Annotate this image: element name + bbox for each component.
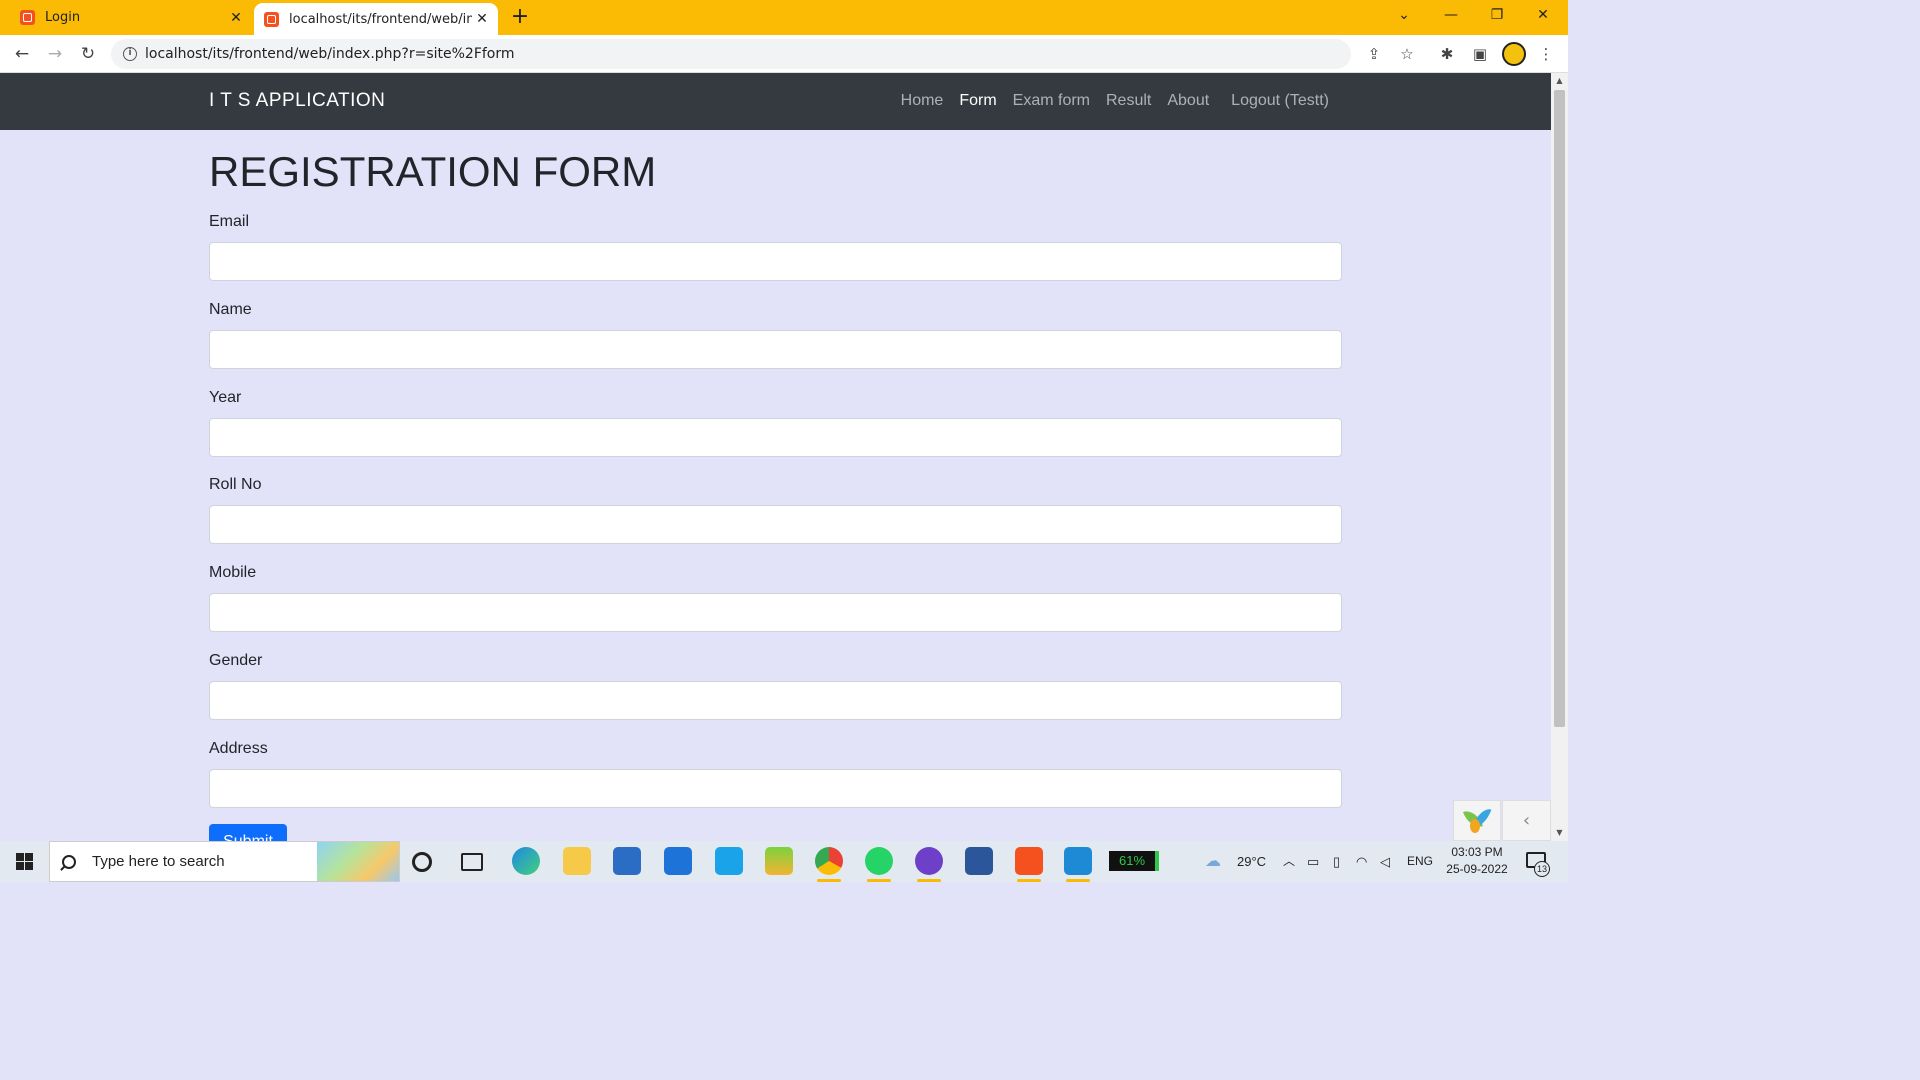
close-tab-icon[interactable]: ✕ xyxy=(226,10,246,26)
menu-kebab-icon[interactable]: ⋮ xyxy=(1536,44,1556,64)
yii-leaf-orange xyxy=(1470,819,1480,833)
microsoft-store-icon[interactable] xyxy=(613,847,641,875)
language-indicator[interactable]: ENG xyxy=(1407,841,1433,882)
tab-form[interactable]: localhost/its/frontend/web/index.php?r=s… xyxy=(254,3,498,35)
word-icon[interactable] xyxy=(965,847,993,875)
page-scrollbar[interactable]: ▲ ▼ xyxy=(1551,73,1568,841)
gender-label: Gender xyxy=(209,652,263,669)
nav-link-result[interactable]: Result xyxy=(1106,92,1151,110)
search-placeholder: Type here to search xyxy=(92,853,225,870)
name-label: Name xyxy=(209,301,252,318)
search-icon xyxy=(62,854,76,869)
scroll-down-arrow-icon[interactable]: ▼ xyxy=(1551,825,1568,841)
debug-toolbar-toggle[interactable]: ‹ xyxy=(1502,800,1551,841)
windows-taskbar: Type here to search 61% ☁ 29°C ︿ ▭ ▯ ◠ ◁… xyxy=(0,841,1568,882)
nav-link-logout[interactable]: Logout (Testt) xyxy=(1231,92,1329,110)
extensions-puzzle-icon[interactable]: ✱ xyxy=(1437,44,1457,64)
bluestacks-icon[interactable] xyxy=(765,847,793,875)
forward-button[interactable]: → xyxy=(43,42,67,66)
site-info-icon[interactable]: i xyxy=(123,47,137,61)
file-explorer-icon[interactable] xyxy=(563,847,591,875)
tab-search-chevron-icon[interactable]: ⌄ xyxy=(1381,0,1427,32)
reload-button[interactable]: ↻ xyxy=(76,42,100,66)
nav-link-exam-form[interactable]: Exam form xyxy=(1013,92,1090,110)
new-tab-button[interactable]: + xyxy=(508,6,532,30)
share-icon[interactable]: ⇪ xyxy=(1364,44,1384,64)
scroll-thumb[interactable] xyxy=(1554,90,1565,727)
close-tab-icon[interactable]: ✕ xyxy=(472,11,492,27)
tab-login[interactable]: Login ✕ xyxy=(10,0,252,35)
browser-tabstrip: Login ✕ localhost/its/frontend/web/index… xyxy=(0,0,1568,35)
back-button[interactable]: ← xyxy=(10,42,34,66)
bookmark-star-icon[interactable]: ☆ xyxy=(1397,44,1417,64)
mobile-label: Mobile xyxy=(209,564,257,581)
gender-field[interactable] xyxy=(209,681,1342,720)
restore-button[interactable]: ❐ xyxy=(1474,0,1520,32)
chrome-icon[interactable] xyxy=(815,847,843,882)
taskbar-search-input[interactable]: Type here to search xyxy=(49,841,400,882)
notification-count-badge: 13 xyxy=(1534,861,1550,877)
submit-button[interactable]: Submit xyxy=(209,824,287,841)
yii-debug-logo-icon[interactable] xyxy=(1453,800,1501,841)
page-viewport: I T S APPLICATION Home Form Exam form Re… xyxy=(0,73,1551,841)
vscode-icon[interactable] xyxy=(1064,847,1092,882)
browser-toolbar: ← → ↻ i localhost/its/frontend/web/index… xyxy=(0,35,1568,73)
nav-links: Home Form Exam form Result About Logout … xyxy=(901,92,1329,110)
profile-avatar[interactable] xyxy=(1502,42,1526,66)
xampp-favicon-icon xyxy=(20,10,35,25)
url-text: localhost/its/frontend/web/index.php?r=s… xyxy=(145,46,515,62)
brand-logo[interactable]: I T S APPLICATION xyxy=(209,90,385,112)
xampp-favicon-icon xyxy=(264,11,279,27)
year-field[interactable] xyxy=(209,418,1342,457)
clock-date: 25-09-2022 xyxy=(1446,862,1508,876)
search-highlight-art xyxy=(317,842,399,881)
nav-link-about[interactable]: About xyxy=(1167,92,1209,110)
mobile-field[interactable] xyxy=(209,593,1342,632)
github-desktop-icon[interactable] xyxy=(915,847,943,882)
weather-temperature[interactable]: 29°C xyxy=(1237,841,1266,882)
roll-no-field[interactable] xyxy=(209,505,1342,544)
name-field[interactable] xyxy=(209,330,1342,369)
site-navbar: I T S APPLICATION Home Form Exam form Re… xyxy=(0,73,1551,130)
battery-meter-widget[interactable]: 61% xyxy=(1109,851,1159,871)
tab-title: Login xyxy=(45,10,81,25)
address-bar[interactable]: i localhost/its/frontend/web/index.php?r… xyxy=(111,39,1351,69)
battery-icon[interactable]: ▭ xyxy=(1307,841,1319,882)
mail-icon[interactable] xyxy=(664,847,692,875)
whatsapp-icon[interactable] xyxy=(865,847,893,882)
side-panel-icon[interactable]: ▣ xyxy=(1470,44,1490,64)
address-label: Address xyxy=(209,740,268,757)
scroll-up-arrow-icon[interactable]: ▲ xyxy=(1551,73,1568,89)
tab-title: localhost/its/frontend/web/index.php?r=s… xyxy=(289,11,472,27)
taskbar-clock[interactable]: 03:03 PM 25-09-2022 xyxy=(1442,844,1512,878)
volume-icon[interactable]: ◁ xyxy=(1380,841,1390,882)
weather-cloud-icon[interactable]: ☁ xyxy=(1205,841,1229,882)
year-label: Year xyxy=(209,389,242,406)
show-hidden-icons-chevron-icon[interactable]: ︿ xyxy=(1283,841,1295,882)
device-icon[interactable]: ▯ xyxy=(1333,841,1340,882)
l-app-icon[interactable] xyxy=(715,847,743,875)
roll-no-label: Roll No xyxy=(209,476,262,493)
cortana-icon[interactable] xyxy=(412,852,432,872)
minimize-button[interactable]: — xyxy=(1428,0,1474,32)
wifi-icon[interactable]: ◠ xyxy=(1356,841,1367,882)
xampp-icon[interactable] xyxy=(1015,847,1043,882)
task-view-icon[interactable] xyxy=(461,853,483,871)
windows-start-icon[interactable] xyxy=(0,841,48,882)
close-window-button[interactable]: ✕ xyxy=(1520,0,1566,32)
email-field[interactable] xyxy=(209,242,1342,281)
clock-time: 03:03 PM xyxy=(1451,845,1503,859)
address-field[interactable] xyxy=(209,769,1342,808)
email-label: Email xyxy=(209,213,250,230)
nav-link-form[interactable]: Form xyxy=(959,92,996,110)
page-title: REGISTRATION FORM xyxy=(209,148,657,195)
nav-link-home[interactable]: Home xyxy=(901,92,944,110)
edge-browser-icon[interactable] xyxy=(512,847,540,875)
